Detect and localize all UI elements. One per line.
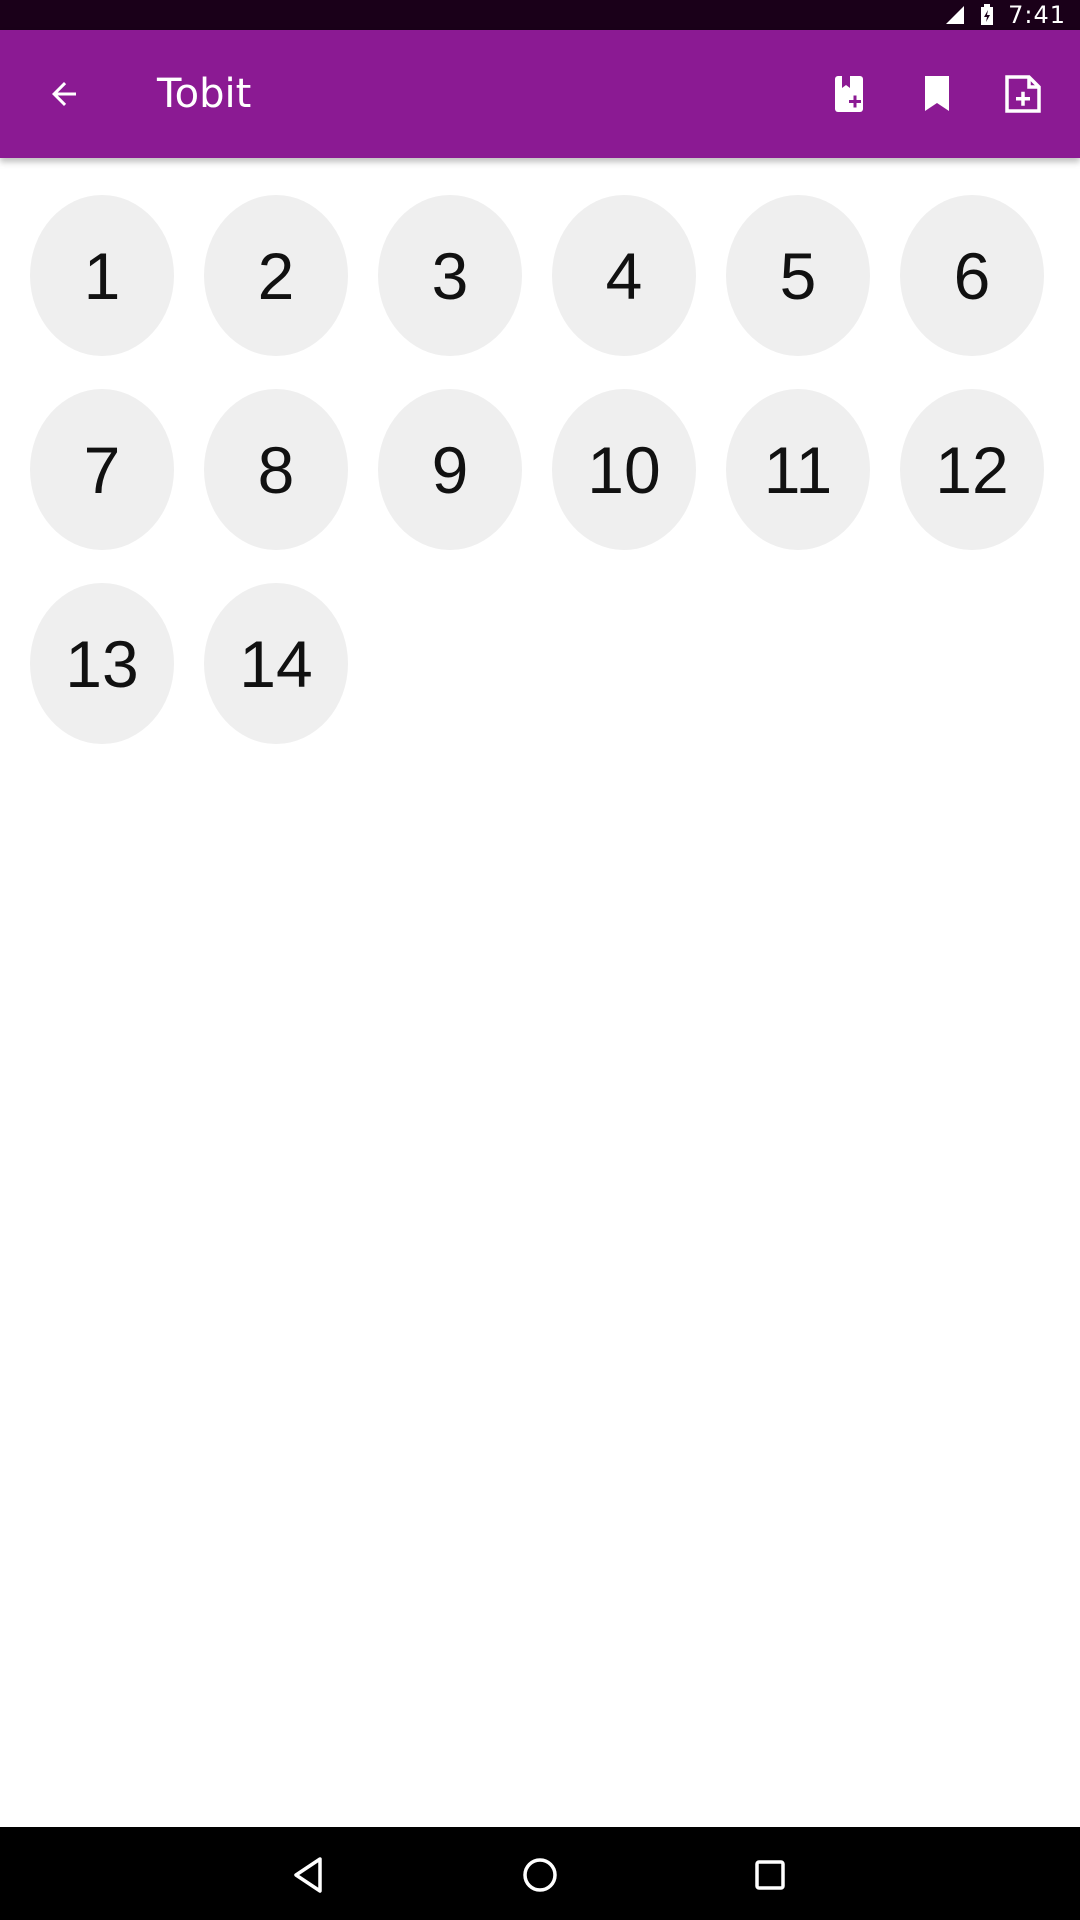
chapter-button[interactable]: 4 <box>552 195 696 356</box>
bookmarks-button[interactable] <box>905 62 969 126</box>
chapter-button[interactable]: 1 <box>30 195 174 356</box>
circle-home-icon <box>523 1858 557 1892</box>
square-recents-icon <box>755 1860 785 1890</box>
chapter-button[interactable]: 8 <box>204 389 348 550</box>
chapter-button[interactable]: 14 <box>204 583 348 744</box>
app-bar: Tobit <box>0 30 1080 158</box>
chapter-button[interactable]: 7 <box>30 389 174 550</box>
triangle-back-icon <box>294 1857 322 1893</box>
nav-recents-button[interactable] <box>738 1843 802 1907</box>
chapter-button[interactable]: 11 <box>726 389 870 550</box>
chapter-button[interactable]: 3 <box>378 195 522 356</box>
status-time: 7:41 <box>1008 1 1066 29</box>
add-bookmark-button[interactable] <box>818 62 882 126</box>
page-title: Tobit <box>157 71 252 117</box>
chapter-button[interactable]: 10 <box>552 389 696 550</box>
add-note-button[interactable] <box>991 62 1055 126</box>
chapter-button[interactable]: 9 <box>378 389 522 550</box>
signal-icon <box>944 4 966 26</box>
bookmark-icon <box>925 76 949 111</box>
arrow-back-icon <box>52 82 76 106</box>
chapter-button[interactable]: 2 <box>204 195 348 356</box>
chapter-grid: 1 2 3 4 5 6 7 8 9 10 11 12 13 14 <box>30 195 1060 744</box>
system-nav-bar <box>0 1827 1080 1920</box>
chapter-button[interactable]: 5 <box>726 195 870 356</box>
nav-home-button[interactable] <box>508 1843 572 1907</box>
chapter-button[interactable]: 6 <box>900 195 1044 356</box>
chapter-button[interactable]: 12 <box>900 389 1044 550</box>
nav-back-button[interactable] <box>276 1843 340 1907</box>
status-bar: 7:41 <box>0 0 1080 30</box>
back-button[interactable] <box>32 62 96 126</box>
note-add-icon <box>1005 75 1041 113</box>
battery-icon <box>976 4 998 26</box>
bookmark-add-icon <box>835 76 863 112</box>
chapter-button[interactable]: 13 <box>30 583 174 744</box>
app-screen: 7:41 Tobit 1 2 3 4 5 6 7 8 9 10 11 12 13… <box>0 0 1080 1920</box>
